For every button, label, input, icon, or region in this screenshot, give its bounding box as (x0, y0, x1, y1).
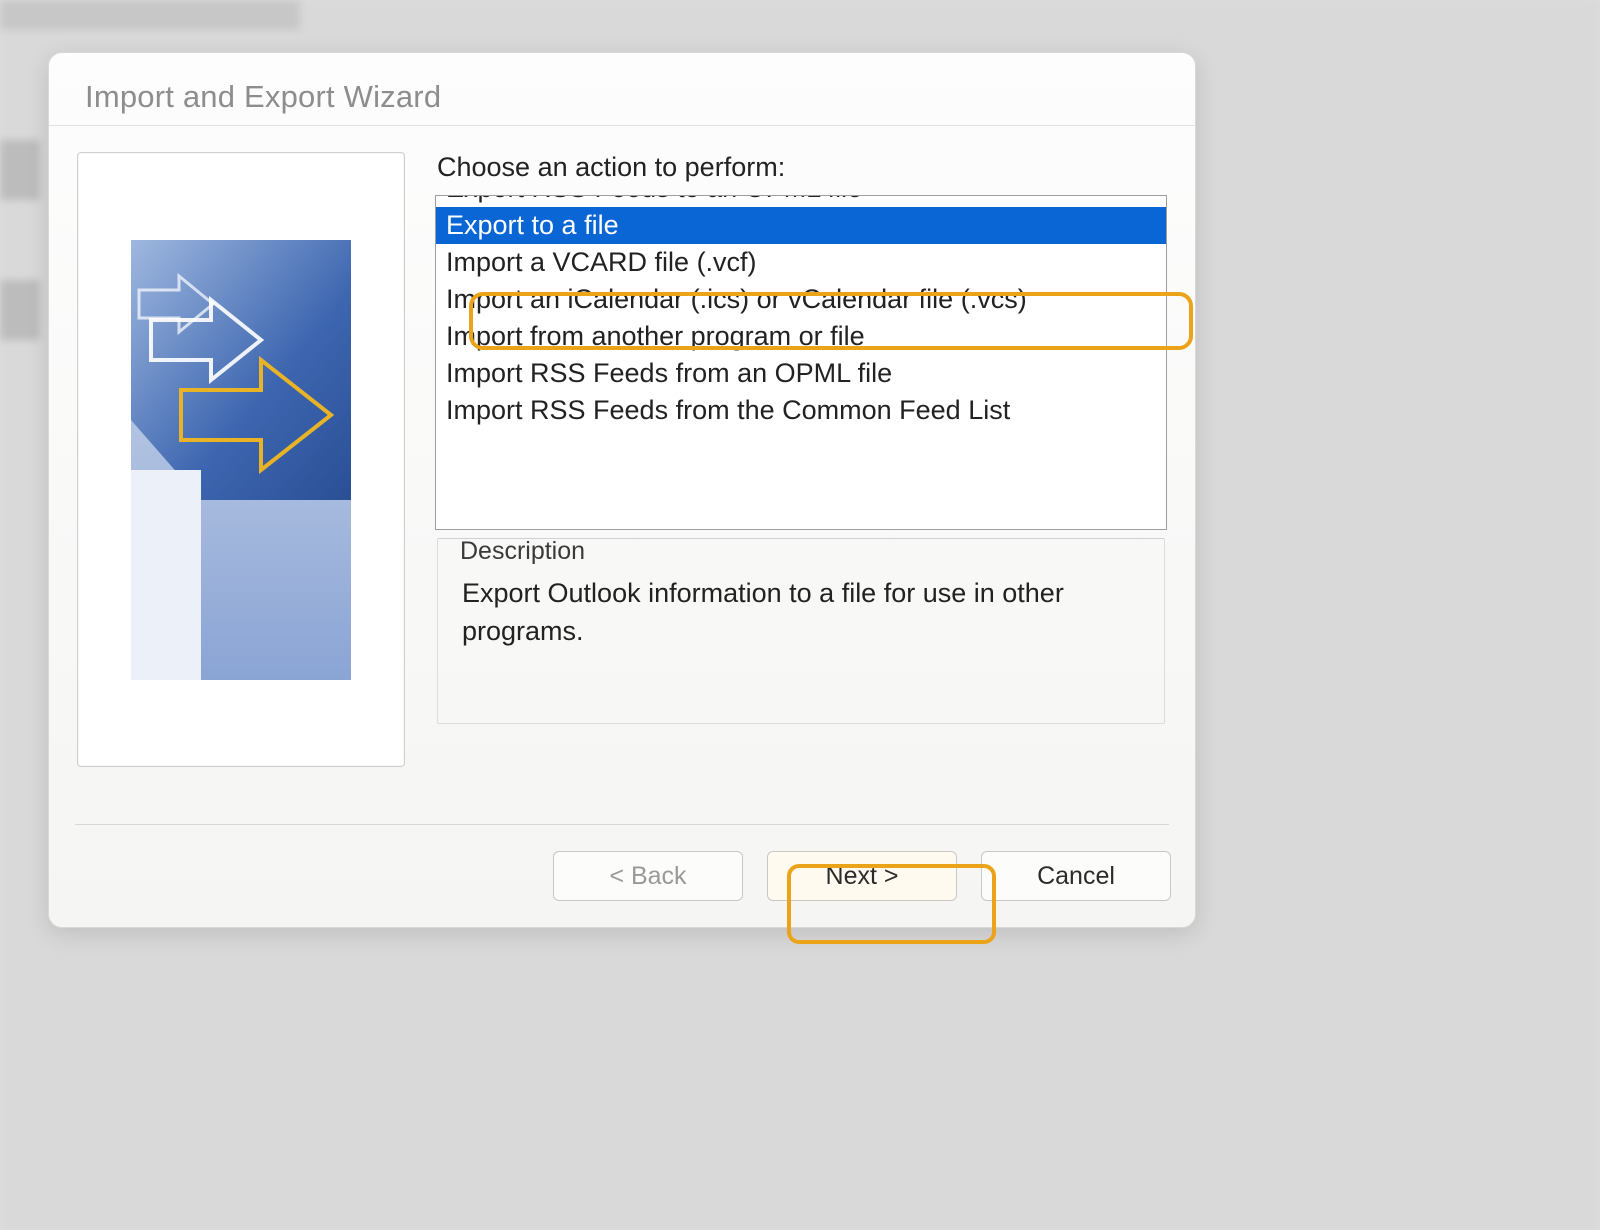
action-list-item[interactable]: Import a VCARD file (.vcf) (436, 244, 1166, 281)
action-list-item[interactable]: Import from another program or file (436, 318, 1166, 355)
action-list-item[interactable]: Export to a file (436, 207, 1166, 244)
back-button: < Back (553, 851, 743, 901)
description-legend: Description (456, 537, 589, 566)
action-list-item[interactable]: Import RSS Feeds from an OPML file (436, 355, 1166, 392)
import-export-arrows-icon (131, 240, 351, 680)
action-list-item[interactable]: Import an iCalendar (.ics) or vCalendar … (436, 281, 1166, 318)
next-button[interactable]: Next > (767, 851, 957, 901)
dialog-footer: < Back Next > Cancel (49, 825, 1195, 927)
description-text: Export Outlook information to a file for… (462, 574, 1146, 650)
dialog-content: Choose an action to perform: Export RSS … (49, 126, 1195, 812)
wizard-graphic-panel (77, 152, 405, 767)
main-panel: Choose an action to perform: Export RSS … (435, 152, 1167, 812)
dialog-title: Import and Export Wizard (49, 53, 1195, 125)
action-list-item[interactable]: Import RSS Feeds from the Common Feed Li… (436, 392, 1166, 429)
action-prompt-label: Choose an action to perform: (437, 152, 1167, 183)
cancel-button[interactable]: Cancel (981, 851, 1171, 901)
import-export-wizard-dialog: Import and Export Wizard (48, 52, 1196, 928)
action-listbox[interactable]: Export RSS Feeds to an OPML fileExport t… (435, 195, 1167, 530)
description-group: Description Export Outlook information t… (437, 538, 1165, 724)
action-list-item[interactable]: Export RSS Feeds to an OPML file (436, 195, 1166, 207)
